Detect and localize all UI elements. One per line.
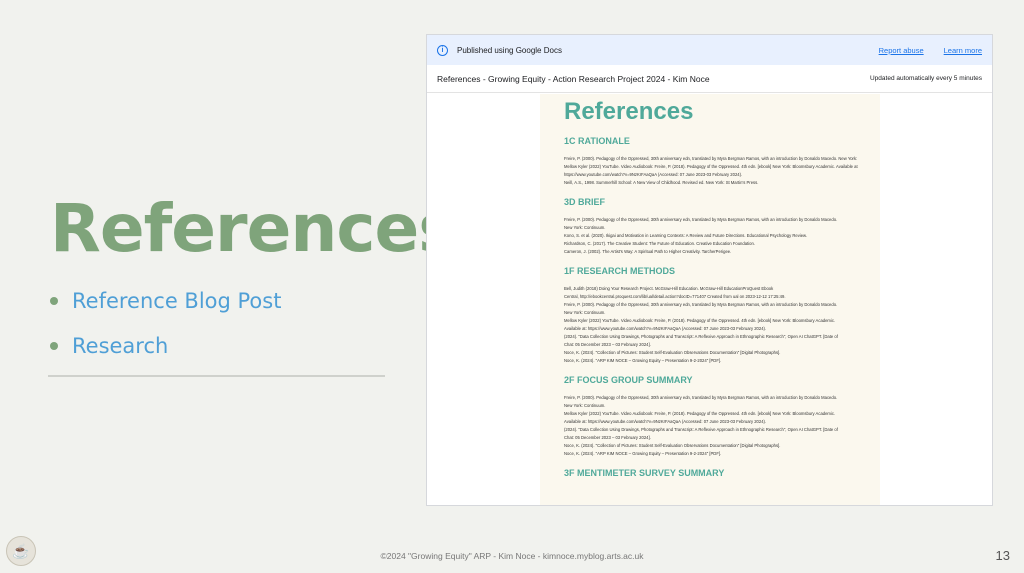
reference-line: (2024). "Data Collection Using Drawings,… (564, 427, 838, 432)
document-scroll-area[interactable]: References 1C RATIONALE Freire, P. (2000)… (427, 94, 992, 505)
reference-line: New York: Continuum. (564, 310, 606, 315)
section-heading: 1F RESEARCH METHODS (564, 266, 676, 276)
document-sections: 1C RATIONALE Freire, P. (2000). Pedagogy … (564, 136, 858, 478)
slide-title: References (50, 190, 458, 267)
research-link[interactable]: Research (72, 334, 168, 358)
reference-blog-post-link[interactable]: Reference Blog Post (72, 289, 281, 313)
reference-line: Noce, K. (2024). "ARP KIM NOCE – Growing… (564, 451, 722, 456)
info-icon: i (437, 44, 448, 56)
reference-line: Available at: https://www.youtube.com/wa… (564, 419, 767, 424)
published-text: Published using Google Docs (457, 45, 562, 55)
page-number: 13 (995, 548, 1010, 563)
divider (48, 375, 385, 377)
section-heading: 3D BRIEF (564, 197, 606, 207)
reference-line: Freire, P. (2000). Pedagogy of the Oppre… (564, 395, 838, 400)
reference-line: Kono, S. et al. (2020). Ikigai and Motiv… (564, 233, 808, 238)
reference-line: Cameron, J. (2002). The Artist's Way: A … (564, 249, 732, 254)
reference-line: Bell, Judith (2018) Doing Your Research … (564, 286, 774, 291)
reference-line: Noce, K. (2024). "ARP KIM NOCE – Growing… (564, 358, 722, 363)
section-heading: 3F MENTIMETER SURVEY SUMMARY (564, 468, 725, 478)
published-banner: i Published using Google Docs Report abu… (427, 35, 992, 65)
reference-line: Noce, K. (2024). "Collection of Pictures… (564, 443, 781, 448)
reference-line: Available at: https://www.youtube.com/wa… (564, 326, 767, 331)
reference-line: https://www.youtube.com/watch?v=9NzKrFAa… (564, 172, 743, 177)
bullet-dot-icon (50, 296, 58, 305)
reference-line: Freire, P. (2000). Pedagogy of the Oppre… (564, 156, 858, 161)
reference-line: (2024). "Data Collection Using Drawings,… (564, 334, 838, 339)
reference-line: Central, http://ebookcentral.proquest.co… (564, 294, 786, 299)
document-page: References 1C RATIONALE Freire, P. (2000)… (540, 94, 880, 505)
reference-line: Noce, K. (2024). "Collection of Pictures… (564, 350, 781, 355)
reference-line: Neill, A.S., 1998. Summerhill School: A … (564, 180, 759, 185)
reference-line: Chat: 05 December 2023 – 03 February 202… (564, 435, 651, 440)
google-docs-embed: i Published using Google Docs Report abu… (426, 34, 993, 506)
doc-title: References - Growing Equity - Action Res… (437, 73, 710, 84)
updated-notice: Updated automatically every 5 minutes (869, 75, 982, 82)
reference-line: Mellow Kyler (2022) YouTube. Video Audio… (564, 411, 836, 416)
reference-line: Mellow Kyler (2022) YouTube. Video Audio… (564, 164, 858, 169)
bullet-dot-icon (50, 341, 58, 350)
reference-line: Freire, P. (2000). Pedagogy of the Oppre… (564, 217, 838, 222)
learn-more-link[interactable]: Learn more (944, 46, 982, 55)
bullet-item: Reference Blog Post (50, 278, 281, 323)
reference-line: New York: Continuum. (564, 403, 606, 408)
reference-line: Freire, P. (2000). Pedagogy of the Oppre… (564, 302, 838, 307)
reference-line: Chat: 05 December 2023 – 03 February 202… (564, 342, 651, 347)
reference-line: New York: Continuum. (564, 225, 606, 230)
doc-header: References - Growing Equity - Action Res… (427, 65, 992, 93)
report-abuse-link[interactable]: Report abuse (879, 46, 924, 55)
section-heading: 1C RATIONALE (564, 136, 630, 146)
bullet-list: Reference Blog Post Research (50, 278, 281, 368)
bullet-item: Research (50, 323, 281, 368)
slide-footer: ©2024 "Growing Equity" ARP - Kim Noce - … (380, 551, 644, 561)
section-heading: 2F FOCUS GROUP SUMMARY (564, 375, 693, 385)
reference-line: Richardson, C. (2017). The Creative Stud… (564, 241, 755, 246)
document-heading: References (564, 98, 694, 125)
reference-line: Mellow Kyler (2022) YouTube. Video Audio… (564, 318, 836, 323)
